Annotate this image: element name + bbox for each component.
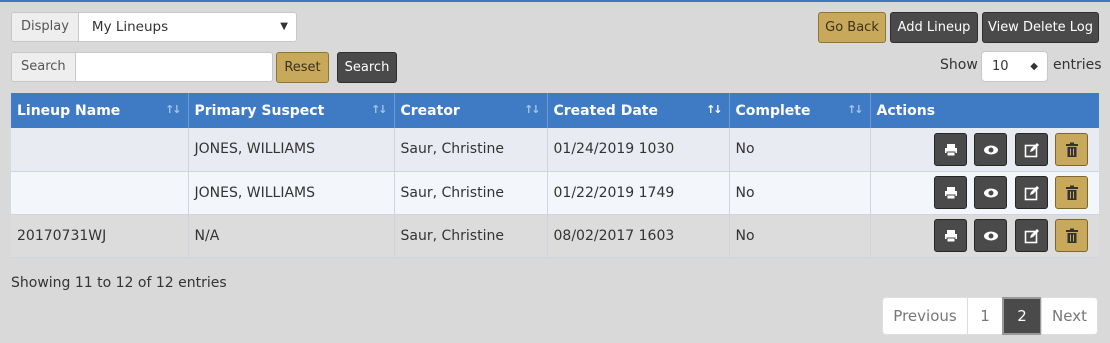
search-input[interactable] bbox=[74, 52, 273, 82]
display-select-value: My Lineups bbox=[91, 19, 169, 35]
cell-actions bbox=[870, 171, 1099, 215]
edit-button[interactable] bbox=[1014, 176, 1048, 209]
sort-icon: ↑↓ bbox=[165, 103, 182, 116]
cell-lineup-name bbox=[11, 128, 189, 172]
sort-icon: ↑↓ bbox=[847, 103, 864, 116]
add-lineup-button[interactable]: Add Lineup bbox=[890, 12, 978, 43]
search-label: Search bbox=[11, 52, 75, 82]
cell-primary-suspect: JONES, WILLIAMS bbox=[188, 128, 395, 172]
print-button[interactable] bbox=[933, 219, 967, 252]
delete-button[interactable] bbox=[1055, 176, 1088, 209]
delete-button[interactable] bbox=[1055, 132, 1088, 166]
entries-select-value: 10 bbox=[992, 59, 1009, 74]
column-header-lineup-name[interactable]: Lineup Name ↑↓ bbox=[11, 93, 189, 128]
chevron-down-icon: ▼ bbox=[280, 21, 288, 32]
cell-actions bbox=[870, 128, 1099, 172]
cell-lineup-name bbox=[11, 171, 189, 215]
cell-primary-suspect: N/A bbox=[188, 214, 395, 258]
table-info-text: Showing 11 to 12 of 12 entries bbox=[11, 275, 227, 291]
table-header-row: Lineup Name ↑↓ Primary Suspect ↑↓ Creator ↑… bbox=[11, 93, 1099, 128]
cell-creator: Saur, Christine bbox=[394, 128, 548, 172]
pagination-next[interactable]: Next bbox=[1041, 297, 1098, 335]
print-icon bbox=[944, 230, 957, 243]
print-button[interactable] bbox=[933, 176, 967, 209]
view-button[interactable] bbox=[974, 176, 1008, 209]
cell-primary-suspect: JONES, WILLIAMS bbox=[188, 171, 395, 215]
reset-button[interactable]: Reset bbox=[276, 52, 329, 83]
entries-per-page-select[interactable]: 10 ◆ bbox=[981, 51, 1048, 82]
table-row: JONES, WILLIAMS Saur, Christine 01/22/20… bbox=[11, 171, 1099, 215]
lineups-table-container: Lineup Name ↑↓ Primary Suspect ↑↓ Creator ↑… bbox=[11, 93, 1099, 258]
cell-lineup-name: 20170731WJ bbox=[11, 214, 189, 258]
eye-icon bbox=[984, 145, 999, 155]
show-label: Show bbox=[940, 57, 978, 73]
go-back-button[interactable]: Go Back bbox=[818, 12, 886, 43]
sort-updown-icon: ◆ bbox=[1030, 61, 1038, 72]
cell-created-date: 08/02/2017 1603 bbox=[547, 214, 730, 258]
eye-icon bbox=[984, 188, 999, 198]
cell-complete: No bbox=[729, 171, 871, 215]
pagination-page-2[interactable]: 2 bbox=[1002, 297, 1042, 335]
column-header-primary-suspect[interactable]: Primary Suspect ↑↓ bbox=[188, 93, 395, 128]
view-delete-log-button[interactable]: View Delete Log bbox=[982, 12, 1099, 43]
table-row: JONES, WILLIAMS Saur, Christine 01/24/20… bbox=[11, 128, 1099, 172]
sort-icon: ↑↓ bbox=[371, 103, 388, 116]
top-accent-line bbox=[0, 0, 1110, 2]
print-icon bbox=[944, 143, 957, 157]
column-header-created-date[interactable]: Created Date ↑↓ bbox=[547, 93, 730, 128]
edit-icon bbox=[1024, 229, 1039, 244]
cell-complete: No bbox=[729, 214, 871, 258]
cell-creator: Saur, Christine bbox=[394, 171, 548, 215]
pagination: Previous 1 2 Next bbox=[882, 297, 1098, 335]
column-header-actions: Actions bbox=[870, 93, 1099, 128]
cell-created-date: 01/22/2019 1749 bbox=[547, 171, 730, 215]
table-row: 20170731WJ N/A Saur, Christine 08/02/201… bbox=[11, 214, 1099, 258]
cell-creator: Saur, Christine bbox=[394, 214, 548, 258]
display-select[interactable]: My Lineups ▼ bbox=[77, 12, 297, 42]
cell-complete: No bbox=[729, 128, 871, 172]
delete-button[interactable] bbox=[1055, 219, 1088, 252]
display-label: Display bbox=[11, 12, 78, 42]
column-header-creator[interactable]: Creator ↑↓ bbox=[394, 93, 548, 128]
sort-icon: ↑↓ bbox=[524, 103, 541, 116]
trash-icon bbox=[1066, 228, 1078, 243]
print-icon bbox=[944, 187, 957, 200]
pagination-page-1[interactable]: 1 bbox=[967, 297, 1003, 335]
lineups-table: Lineup Name ↑↓ Primary Suspect ↑↓ Creator ↑… bbox=[11, 93, 1099, 258]
cell-created-date: 01/24/2019 1030 bbox=[547, 128, 730, 172]
search-filter: Search bbox=[11, 52, 273, 82]
column-header-complete[interactable]: Complete ↑↓ bbox=[729, 93, 871, 128]
trash-icon bbox=[1066, 185, 1078, 200]
search-button[interactable]: Search bbox=[337, 52, 397, 83]
sort-desc-icon: ↑↓ bbox=[706, 103, 723, 116]
cell-actions bbox=[870, 214, 1099, 258]
view-button[interactable] bbox=[974, 219, 1008, 252]
eye-icon bbox=[984, 231, 999, 241]
display-filter: Display My Lineups ▼ bbox=[11, 12, 297, 42]
edit-icon bbox=[1024, 186, 1039, 201]
trash-icon bbox=[1066, 142, 1078, 157]
edit-button[interactable] bbox=[1014, 132, 1048, 166]
edit-button[interactable] bbox=[1014, 219, 1048, 252]
pagination-previous[interactable]: Previous bbox=[882, 297, 968, 335]
edit-icon bbox=[1024, 142, 1039, 158]
print-button[interactable] bbox=[933, 132, 967, 166]
view-button[interactable] bbox=[974, 132, 1008, 166]
entries-label: entries bbox=[1053, 57, 1102, 73]
